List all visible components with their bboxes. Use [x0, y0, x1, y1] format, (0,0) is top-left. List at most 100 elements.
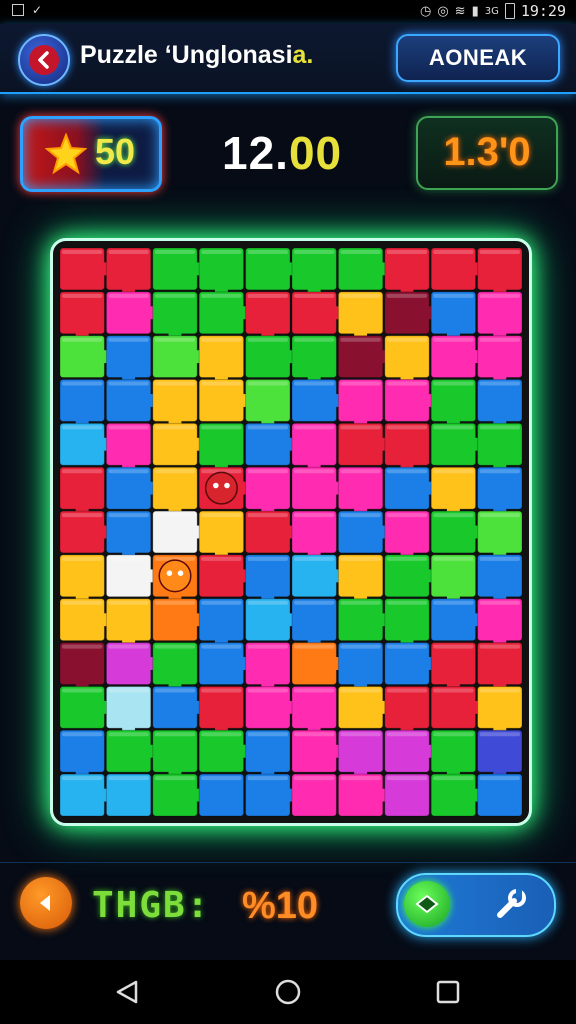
puzzle-piece[interactable]	[59, 466, 105, 517]
puzzle-piece[interactable]	[105, 466, 159, 510]
puzzle-piece[interactable]	[198, 335, 245, 386]
puzzle-piece[interactable]	[245, 773, 298, 817]
puzzle-piece[interactable]	[477, 598, 523, 649]
puzzle-piece[interactable]	[337, 729, 384, 780]
puzzle-piece[interactable]	[105, 422, 152, 473]
puzzle-piece[interactable]	[291, 510, 337, 561]
puzzle-piece[interactable]	[430, 379, 477, 429]
puzzle-piece[interactable]	[152, 685, 205, 729]
puzzle-piece[interactable]	[337, 598, 391, 642]
puzzle-piece[interactable]	[198, 247, 245, 298]
puzzle-piece[interactable]	[198, 291, 252, 335]
puzzle-piece[interactable]	[337, 510, 391, 554]
puzzle-piece[interactable]	[477, 379, 523, 429]
puzzle-piece[interactable]	[59, 729, 105, 780]
puzzle-piece[interactable]	[430, 422, 484, 466]
tool-toggle[interactable]	[396, 873, 556, 937]
puzzle-piece[interactable]	[477, 685, 523, 736]
puzzle-piece[interactable]	[198, 510, 245, 561]
puzzle-piece[interactable]	[291, 642, 344, 685]
puzzle-piece[interactable]	[291, 729, 344, 773]
puzzle-piece[interactable]	[430, 247, 484, 291]
puzzle-piece[interactable]	[105, 773, 152, 817]
nav-home-icon[interactable]	[272, 976, 304, 1008]
puzzle-piece[interactable]	[337, 685, 391, 729]
puzzle-piece[interactable]	[291, 773, 337, 817]
puzzle-piece[interactable]	[477, 466, 523, 517]
puzzle-piece[interactable]	[245, 335, 298, 379]
puzzle-piece[interactable]	[384, 422, 430, 473]
puzzle-piece[interactable]	[384, 247, 430, 298]
puzzle-piece[interactable]	[384, 729, 437, 773]
puzzle-piece[interactable]	[430, 510, 484, 554]
puzzle-piece[interactable]	[105, 554, 159, 598]
puzzle-piece[interactable]	[430, 729, 477, 780]
puzzle-piece[interactable]	[152, 510, 205, 554]
puzzle-piece[interactable]	[105, 335, 152, 386]
puzzle-piece[interactable]	[384, 510, 430, 561]
puzzle-piece[interactable]	[291, 379, 344, 422]
puzzle-piece[interactable]	[430, 685, 484, 729]
puzzle-piece[interactable]	[59, 335, 112, 379]
puzzle-piece[interactable]	[59, 379, 105, 429]
puzzle-piece[interactable]	[430, 554, 477, 605]
puzzle-board[interactable]	[50, 238, 532, 826]
back-button[interactable]	[18, 34, 70, 86]
puzzle-piece[interactable]	[430, 773, 484, 817]
puzzle-piece[interactable]	[337, 773, 391, 817]
puzzle-piece[interactable]	[384, 685, 430, 736]
puzzle-piece[interactable]	[59, 773, 112, 817]
puzzle-piece[interactable]	[245, 554, 291, 605]
puzzle-piece[interactable]	[198, 554, 252, 598]
puzzle-piece[interactable]	[245, 466, 291, 517]
puzzle-piece[interactable]	[198, 422, 245, 473]
puzzle-piece[interactable]	[152, 335, 205, 379]
puzzle-piece[interactable]	[245, 510, 298, 554]
puzzle-piece[interactable]	[152, 379, 198, 429]
puzzle-piece[interactable]	[59, 685, 112, 729]
puzzle-piece[interactable]	[384, 335, 430, 386]
puzzle-piece[interactable]	[337, 554, 384, 605]
puzzle-piece[interactable]	[477, 510, 523, 561]
puzzle-piece[interactable]	[337, 247, 391, 291]
puzzle-piece[interactable]	[477, 642, 523, 692]
puzzle-piece[interactable]	[59, 291, 105, 342]
puzzle-piece[interactable]	[337, 422, 391, 466]
puzzle-piece[interactable]	[59, 554, 105, 605]
puzzle-piece[interactable]	[477, 291, 523, 342]
puzzle-piece[interactable]	[430, 598, 484, 642]
top-action-button[interactable]: AONEAK	[396, 34, 560, 82]
puzzle-piece[interactable]	[291, 247, 337, 298]
puzzle-piece[interactable]	[430, 291, 477, 342]
puzzle-piece[interactable]	[59, 642, 105, 692]
puzzle-piece[interactable]	[245, 598, 298, 642]
puzzle-piece[interactable]	[384, 379, 437, 422]
puzzle-piece[interactable]	[105, 729, 159, 773]
puzzle-piece[interactable]	[291, 554, 344, 598]
puzzle-piece[interactable]	[59, 422, 112, 466]
puzzle-piece[interactable]	[337, 379, 384, 429]
wrench-icon[interactable]	[492, 887, 528, 923]
puzzle-piece[interactable]	[430, 335, 484, 379]
puzzle-piece[interactable]	[152, 642, 198, 692]
puzzle-piece[interactable]	[291, 335, 337, 386]
puzzle-piece[interactable]	[291, 685, 337, 736]
puzzle-piece[interactable]	[198, 379, 252, 422]
puzzle-piece[interactable]	[152, 773, 205, 817]
puzzle-piece[interactable]	[152, 422, 205, 466]
puzzle-piece[interactable]	[105, 642, 159, 685]
puzzle-piece[interactable]	[477, 335, 523, 386]
puzzle-piece[interactable]	[152, 466, 198, 517]
puzzle-piece[interactable]	[291, 422, 337, 473]
puzzle-piece[interactable]	[152, 291, 198, 342]
puzzle-piece[interactable]	[59, 598, 112, 642]
puzzle-grid[interactable]	[59, 247, 523, 817]
puzzle-piece[interactable]	[477, 773, 523, 817]
puzzle-piece[interactable]	[337, 291, 384, 342]
puzzle-piece[interactable]	[384, 466, 437, 510]
puzzle-piece[interactable]	[384, 598, 430, 649]
puzzle-piece[interactable]	[291, 291, 344, 335]
puzzle-piece[interactable]	[152, 729, 198, 780]
nav-back-icon[interactable]	[112, 976, 144, 1008]
puzzle-piece[interactable]	[105, 598, 152, 649]
